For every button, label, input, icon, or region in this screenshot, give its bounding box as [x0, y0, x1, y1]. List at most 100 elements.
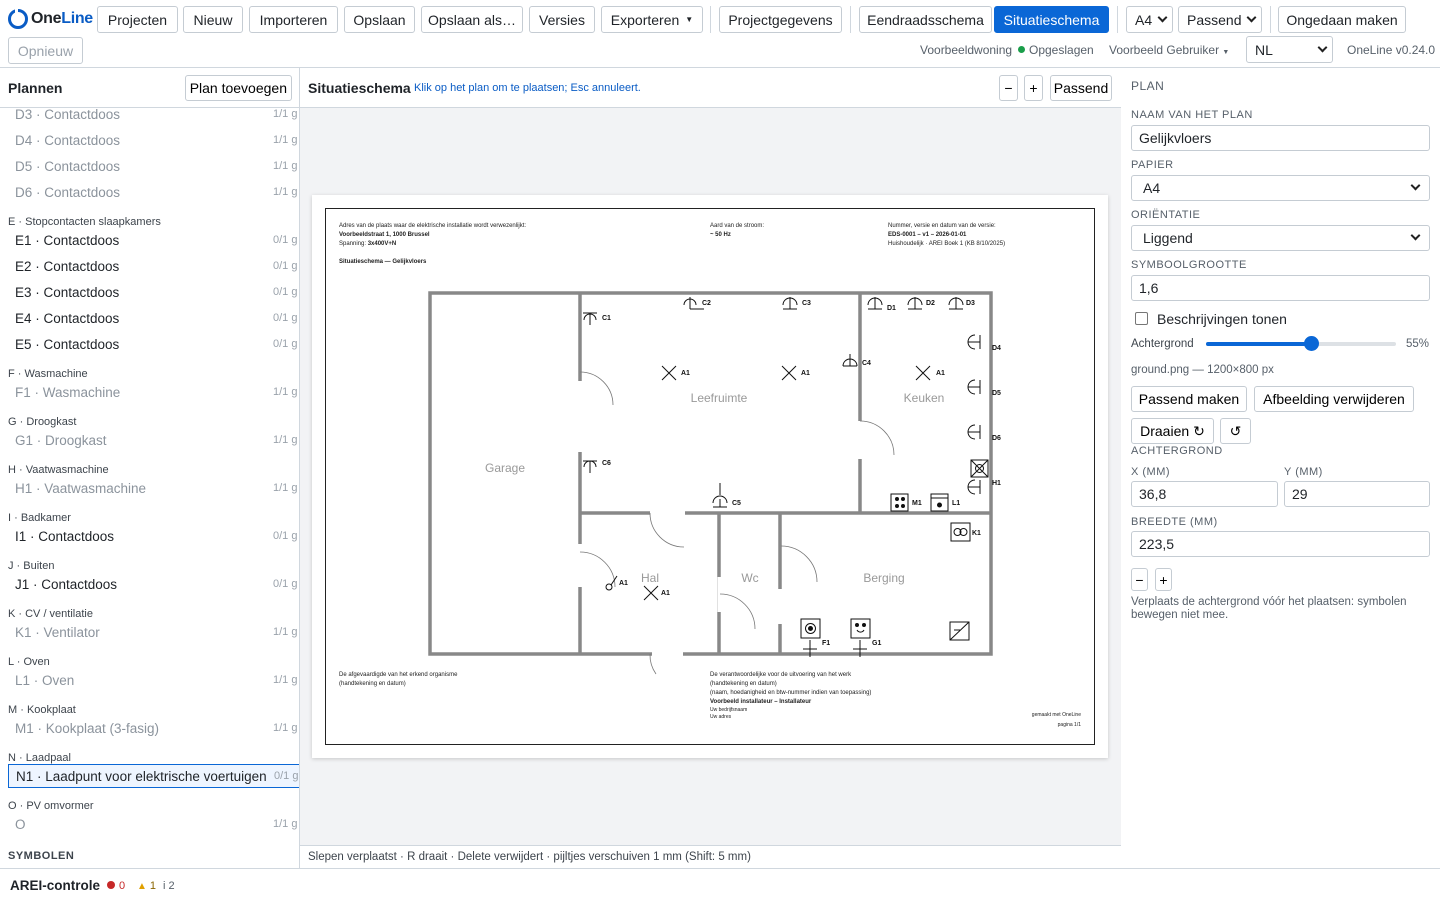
tab-site-plan[interactable]: Situatieschema — [994, 6, 1109, 33]
scale-up-button[interactable]: + — [1155, 568, 1172, 591]
label-h1: H1 — [992, 480, 1001, 487]
symbol-size-input[interactable]: 1,6 — [1131, 275, 1430, 301]
label-c4: C4 — [862, 360, 871, 367]
language-select[interactable]: NL — [1246, 36, 1333, 63]
zoom-out-button[interactable]: − — [999, 75, 1018, 101]
error-count: 0 — [107, 880, 125, 892]
label-c2: C2 — [702, 300, 711, 307]
plan-name-input[interactable]: Gelijkvloers — [1131, 125, 1430, 151]
info-count: i 2 — [163, 880, 175, 892]
label-c5: C5 — [732, 500, 741, 507]
plan-group-heading: E · Stopcontacten slaapkamers — [8, 216, 161, 228]
canvas-hint: Klik op het plan om te plaatsen; Esc ann… — [414, 82, 641, 94]
plan-item-count: 1/1 g — [273, 160, 298, 172]
scale-down-button[interactable]: − — [1131, 568, 1148, 591]
plan-list-item[interactable]: F1 · Wasmachine 1/1 g — [8, 380, 299, 404]
label-d5: D5 — [992, 390, 1001, 397]
status-dot-icon — [1018, 46, 1025, 53]
plan-group-heading: J · Buiten — [8, 560, 55, 572]
room-label-storage: Berging — [863, 571, 904, 585]
rotate-ccw-button[interactable]: ↺ — [1220, 418, 1251, 444]
plan-list-item[interactable]: E1 · Contactdoos 0/1 g — [8, 228, 299, 252]
slider-thumb[interactable] — [1303, 336, 1319, 351]
orientation-label: ORIËNTATIE — [1131, 209, 1201, 221]
plan-item-count: 0/1 g — [273, 338, 298, 350]
zoom-fit-select[interactable]: Passend — [1178, 6, 1262, 33]
paper-size-value: A4 — [1135, 11, 1153, 28]
versions-button[interactable]: Versies — [529, 6, 595, 33]
paper-select[interactable]: A4 — [1131, 175, 1430, 201]
socket-c4 — [842, 354, 858, 367]
plan-group-heading: I · Badkamer — [8, 512, 71, 524]
plan-list-item[interactable]: D4 · Contactdoos 1/1 g — [8, 128, 299, 152]
project-data-button[interactable]: Projectgegevens — [719, 6, 842, 33]
site-plan-canvas-area: Situatieschema Klik op het plan om te pl… — [300, 68, 1121, 868]
room-label-living: Leefruimte — [691, 391, 748, 405]
company-name: Uw bedrijfsnaam — [710, 707, 748, 713]
plan-list-item[interactable]: E2 · Contactdoos 0/1 g — [8, 254, 299, 278]
y-input[interactable]: 29 — [1284, 481, 1430, 507]
plan-list-item[interactable]: E4 · Contactdoos 0/1 g — [8, 306, 299, 330]
orientation-select[interactable]: Liggend — [1131, 225, 1430, 251]
caret-down-icon: ▼ — [685, 15, 694, 24]
canvas-status-bar: Slepen verplaatst · R draait · Delete ve… — [300, 845, 1121, 868]
socket-d6 — [967, 424, 981, 440]
plan-item-count: 1/1 g — [273, 818, 298, 830]
paper-size-select[interactable]: A4 — [1126, 6, 1173, 33]
plan-group-heading: L · Oven — [8, 656, 50, 668]
socket-d2 — [907, 297, 923, 310]
zoom-in-button[interactable]: + — [1024, 75, 1043, 101]
plan-list-item[interactable]: N1 · Laadpunt voor elektrische voertuige… — [8, 764, 299, 788]
plan-list-item[interactable]: D6 · Contactdoos 1/1 g — [8, 180, 299, 204]
save-button[interactable]: Opslaan — [344, 6, 415, 33]
zoom-fit-button[interactable]: Passend — [1050, 75, 1112, 101]
user-menu[interactable]: Voorbeeld Gebruiker ▼ — [1109, 43, 1229, 57]
page-number: pagina 1/1 — [1057, 722, 1081, 728]
plan-item-label: D3 · Contactdoos — [15, 106, 121, 122]
label-d3: D3 — [966, 300, 975, 307]
chevron-down-icon — [1410, 180, 1421, 191]
plan-group-heading: F · Wasmachine — [8, 368, 88, 380]
user-name: Voorbeeld Gebruiker — [1109, 43, 1220, 57]
socket-d1 — [867, 297, 883, 310]
floor-plan-drawing[interactable]: Leefruimte Keuken Garage Hal Wc Berging — [326, 209, 1096, 746]
rotate-button[interactable]: Draaien ↻ — [1131, 418, 1214, 444]
plan-list-item[interactable]: K1 · Ventilator 1/1 g — [8, 620, 299, 644]
projects-button[interactable]: Projecten — [97, 6, 178, 33]
plan-list-item[interactable]: H1 · Vaatwasmachine 1/1 g — [8, 476, 299, 500]
socket-c6 — [583, 460, 597, 473]
plan-list-item[interactable]: D5 · Contactdoos 1/1 g — [8, 154, 299, 178]
chevron-down-icon — [1317, 42, 1328, 53]
add-plan-button[interactable]: Plan toevoegen — [184, 75, 292, 101]
plan-list-item[interactable]: I1 · Contactdoos 0/1 g — [8, 524, 299, 548]
fit-background-button[interactable]: Passend maken — [1131, 386, 1247, 412]
arei-check-bar[interactable]: AREI-controle 0 ▲ 1 i 2 — [0, 868, 1440, 900]
app-logo[interactable]: OneLine — [8, 9, 93, 29]
width-input[interactable]: 223,5 — [1131, 531, 1430, 557]
redo-button[interactable]: Opnieuw — [8, 37, 83, 64]
undo-button[interactable]: Ongedaan maken — [1278, 6, 1406, 33]
plan-list-item[interactable]: E5 · Contactdoos 0/1 g — [8, 332, 299, 356]
label-k1: K1 — [972, 530, 981, 537]
plan-list-item[interactable]: G1 · Droogkast 1/1 g — [8, 428, 299, 452]
import-button[interactable]: Importeren — [249, 6, 338, 33]
plan-item-label: H1 · Vaatwasmachine — [15, 480, 147, 496]
logo-suffix: Line — [61, 10, 93, 27]
plan-item-label: F1 · Wasmachine — [15, 384, 121, 400]
plan-list-item[interactable]: J1 · Contactdoos 0/1 g — [8, 572, 299, 596]
plan-list-item[interactable]: L1 · Oven 1/1 g — [8, 668, 299, 692]
remove-image-button[interactable]: Afbeelding verwijderen — [1254, 386, 1414, 412]
cooktop-m1 — [890, 493, 909, 512]
plan-list-item[interactable]: E3 · Contactdoos 0/1 g — [8, 280, 299, 304]
paper-sheet[interactable]: Adres van de plaats waar de elektrische … — [312, 195, 1108, 758]
x-input[interactable]: 36,8 — [1131, 481, 1278, 507]
plan-list-item[interactable]: M1 · Kookplaat (3-fasig) 1/1 g — [8, 716, 299, 740]
new-button[interactable]: Nieuw — [183, 6, 243, 33]
save-as-button[interactable]: Opslaan als… — [421, 6, 523, 33]
export-button[interactable]: Exporteren ▼ — [601, 6, 703, 33]
caret-down-icon: ▼ — [1222, 49, 1230, 56]
plan-list-item[interactable]: O 1/1 g — [8, 812, 299, 836]
tab-single-line[interactable]: Eendraadsschema — [859, 6, 992, 33]
background-opacity-slider[interactable] — [1206, 336, 1396, 351]
descriptions-checkbox[interactable] — [1135, 312, 1148, 325]
